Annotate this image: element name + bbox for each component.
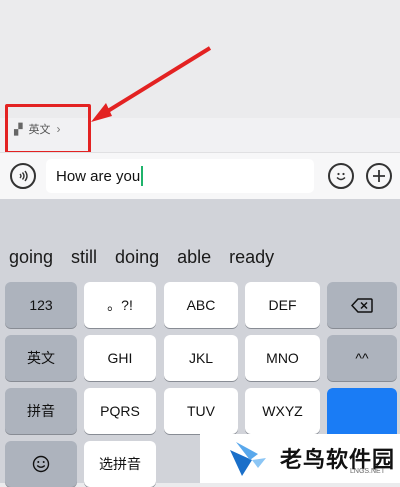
watermark-subtitle: LNGS.NET bbox=[350, 468, 386, 475]
key-pinyin[interactable]: 拼音 bbox=[5, 388, 77, 434]
watermark: 老鸟软件园 LNGS.NET bbox=[200, 434, 400, 483]
suggestion-item[interactable]: going bbox=[0, 247, 62, 268]
translate-language-button[interactable]: ▞ 英文 › bbox=[5, 104, 91, 154]
message-input[interactable]: How are you bbox=[46, 159, 314, 193]
key-english[interactable]: 英文 bbox=[5, 335, 77, 381]
translate-language-label: 英文 bbox=[28, 124, 51, 136]
backspace-icon bbox=[351, 297, 373, 313]
text-caret bbox=[141, 166, 144, 186]
message-input-text: How are you bbox=[56, 167, 141, 185]
chevron-right-icon: › bbox=[56, 122, 61, 136]
suggestion-item[interactable]: able bbox=[168, 247, 220, 268]
voice-icon bbox=[19, 170, 28, 182]
key-jkl[interactable]: JKL bbox=[164, 335, 238, 381]
plus-icon bbox=[373, 170, 385, 182]
smiley-icon bbox=[336, 172, 346, 181]
suggestion-item[interactable]: doing bbox=[106, 247, 168, 268]
key-mno[interactable]: MNO bbox=[245, 335, 320, 381]
emoji-key[interactable] bbox=[5, 441, 77, 487]
key-emoticon[interactable]: ^^ bbox=[327, 335, 397, 381]
key-punctuation[interactable]: 。?! bbox=[84, 282, 156, 328]
emoji-button[interactable] bbox=[328, 163, 354, 189]
key-wxyz[interactable]: WXYZ bbox=[245, 388, 320, 434]
key-pqrs[interactable]: PQRS bbox=[84, 388, 156, 434]
key-ghi[interactable]: GHI bbox=[84, 335, 156, 381]
smiley-icon bbox=[32, 455, 50, 473]
bird-logo-icon bbox=[230, 442, 266, 476]
key-abc[interactable]: ABC bbox=[164, 282, 238, 328]
input-bar: How are you bbox=[0, 152, 400, 199]
translate-icon: ▞ bbox=[14, 123, 23, 136]
voice-input-button[interactable] bbox=[10, 163, 36, 189]
key-123[interactable]: 123 bbox=[5, 282, 77, 328]
suggestion-item[interactable]: still bbox=[62, 247, 106, 268]
suggestion-bar: going still doing able ready bbox=[0, 239, 400, 275]
key-def[interactable]: DEF bbox=[245, 282, 320, 328]
suggestion-item[interactable]: ready bbox=[220, 247, 283, 268]
key-tuv[interactable]: TUV bbox=[164, 388, 238, 434]
more-button[interactable] bbox=[366, 163, 392, 189]
key-select-pinyin[interactable]: 选拼音 bbox=[84, 441, 156, 487]
delete-key[interactable] bbox=[327, 282, 397, 328]
chat-area bbox=[0, 0, 400, 118]
